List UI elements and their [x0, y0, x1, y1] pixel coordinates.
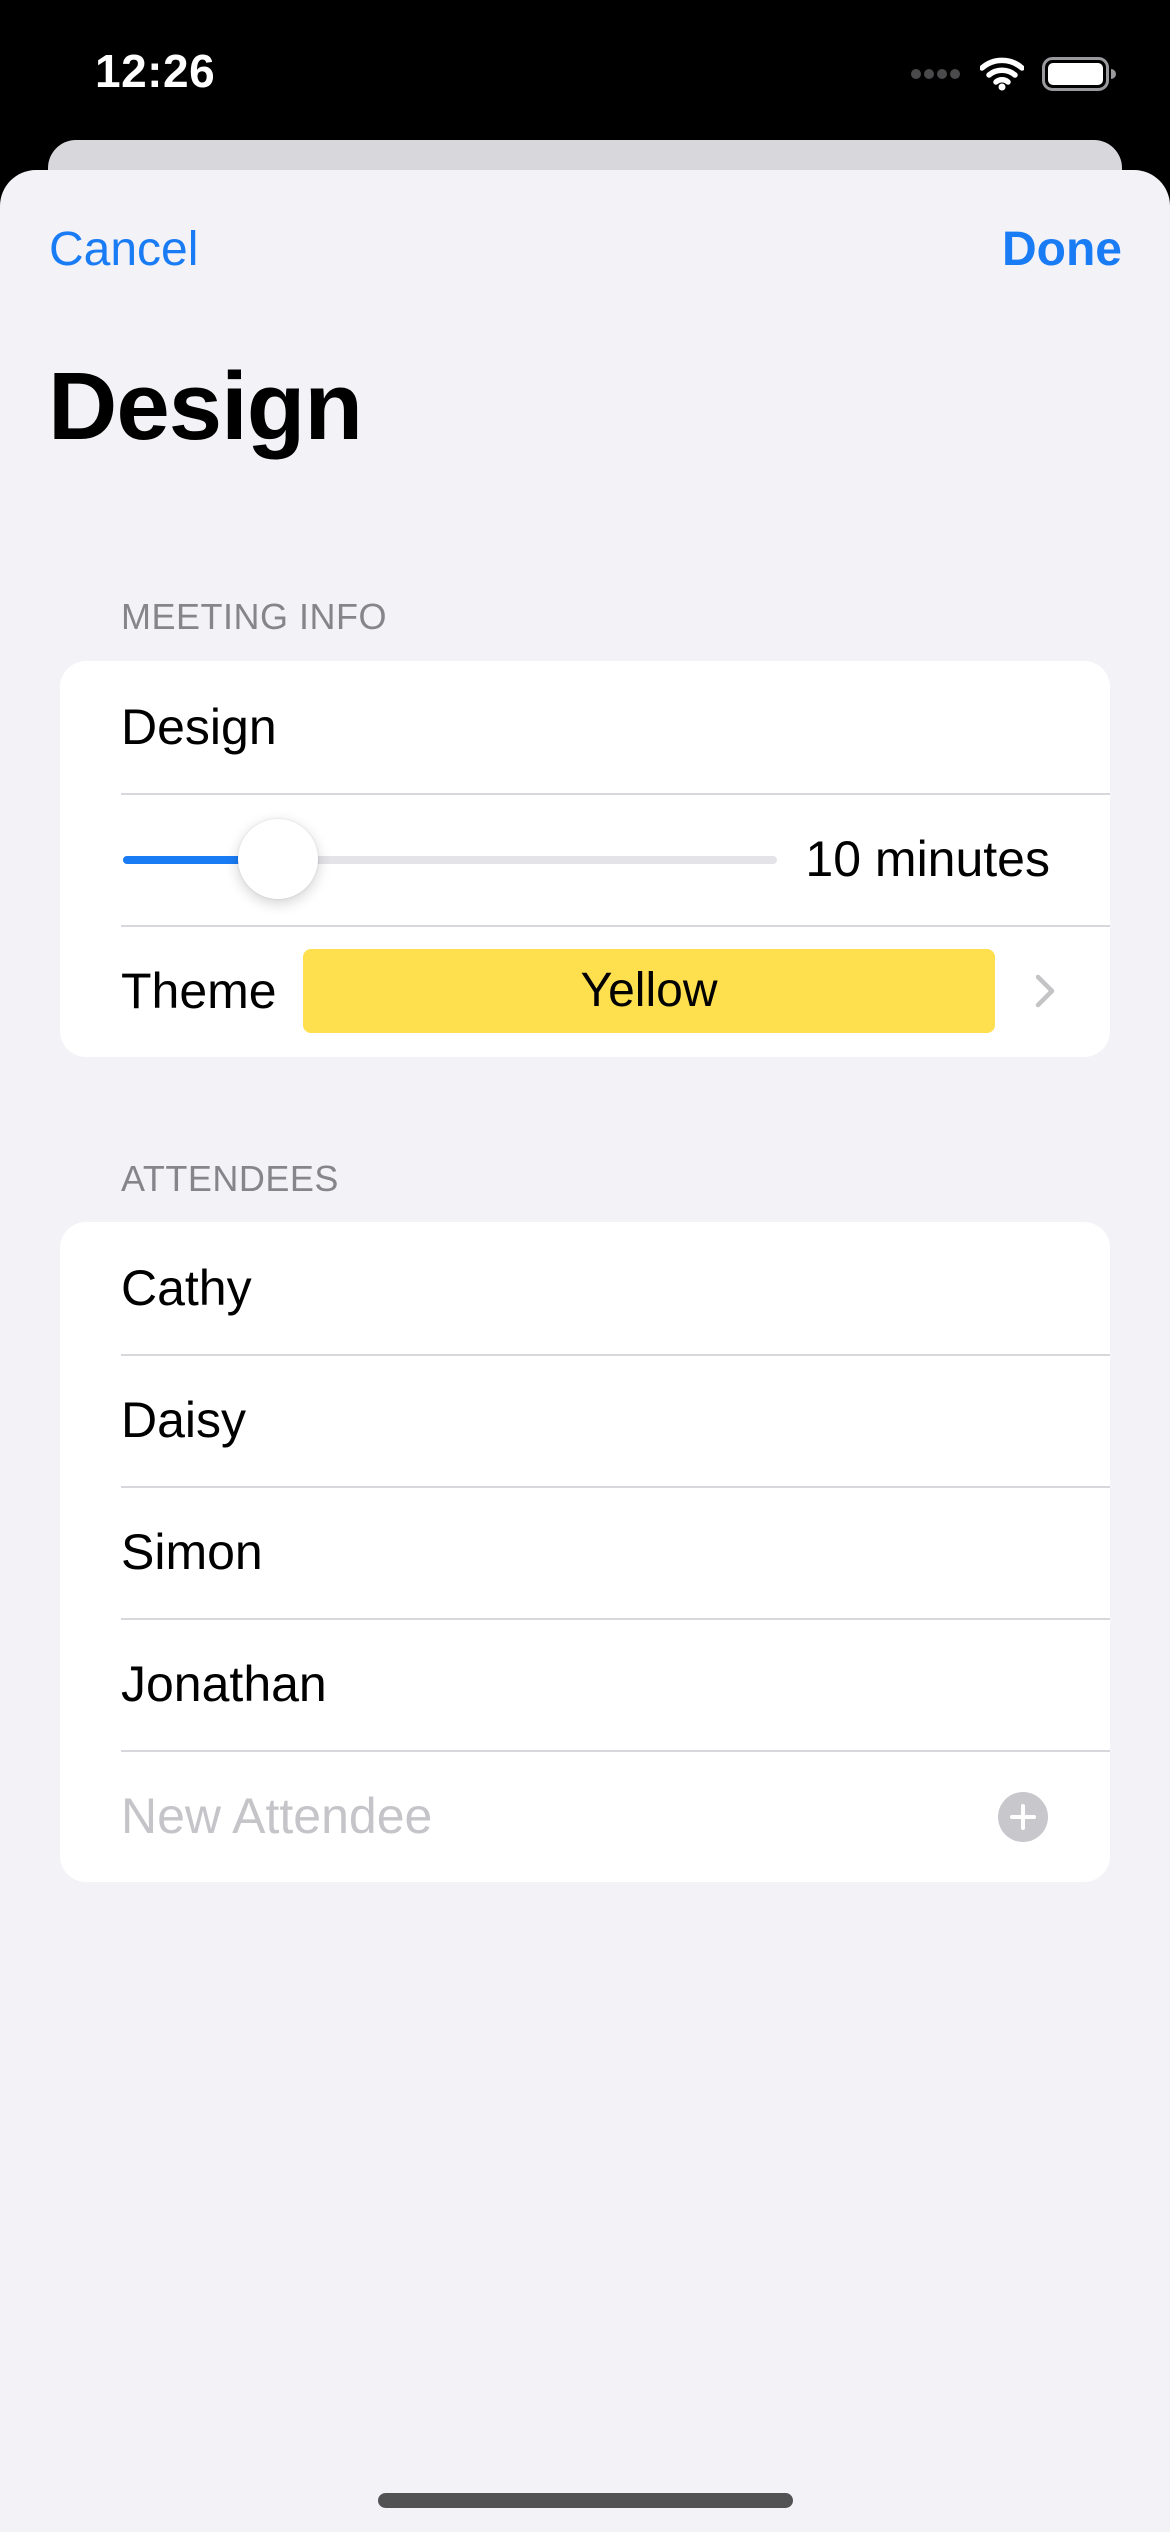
- meeting-info-group: Design 10 minutes Theme Yellow: [60, 661, 1110, 1057]
- theme-label: Theme: [121, 963, 277, 1019]
- status-time: 12:26: [95, 45, 216, 97]
- attendee-row[interactable]: Jonathan: [60, 1618, 1110, 1750]
- attendee-name: Daisy: [121, 1392, 247, 1448]
- page-title: Design: [48, 353, 363, 460]
- chevron-right-icon: [1035, 974, 1055, 1008]
- new-attendee-input[interactable]: [121, 1750, 981, 1882]
- section-header-attendees: ATTENDEES: [121, 1158, 339, 1199]
- attendee-name: Simon: [121, 1524, 263, 1580]
- attendee-row[interactable]: Daisy: [60, 1354, 1110, 1486]
- cancel-button[interactable]: Cancel: [49, 222, 198, 277]
- battery-icon: [1042, 57, 1116, 91]
- meeting-title-field[interactable]: Design: [121, 661, 277, 793]
- attendee-row[interactable]: Simon: [60, 1486, 1110, 1618]
- length-slider-thumb[interactable]: [237, 819, 318, 899]
- theme-row[interactable]: Theme Yellow: [60, 925, 1110, 1057]
- section-header-meeting-info: MEETING INFO: [121, 596, 387, 637]
- home-indicator: [378, 2493, 793, 2508]
- attendee-name: Jonathan: [121, 1656, 327, 1712]
- length-value-label: 10 minutes: [805, 831, 1050, 887]
- plus-circle-icon[interactable]: [998, 1792, 1048, 1842]
- done-button[interactable]: Done: [1002, 222, 1122, 277]
- cellular-dots-icon: [911, 69, 960, 79]
- status-bar: 12:26: [0, 0, 1170, 140]
- new-attendee-row: [60, 1750, 1110, 1882]
- status-indicators: [910, 54, 1116, 94]
- wifi-icon: [980, 57, 1024, 91]
- attendees-group: Cathy Daisy Simon Jonathan: [60, 1222, 1110, 1882]
- length-slider-row: 10 minutes: [60, 793, 1110, 925]
- attendee-name: Cathy: [121, 1260, 252, 1316]
- length-slider[interactable]: [123, 856, 777, 864]
- theme-picker-value[interactable]: Yellow: [303, 949, 995, 1033]
- meeting-title-row[interactable]: Design: [60, 661, 1110, 793]
- attendee-row[interactable]: Cathy: [60, 1222, 1110, 1354]
